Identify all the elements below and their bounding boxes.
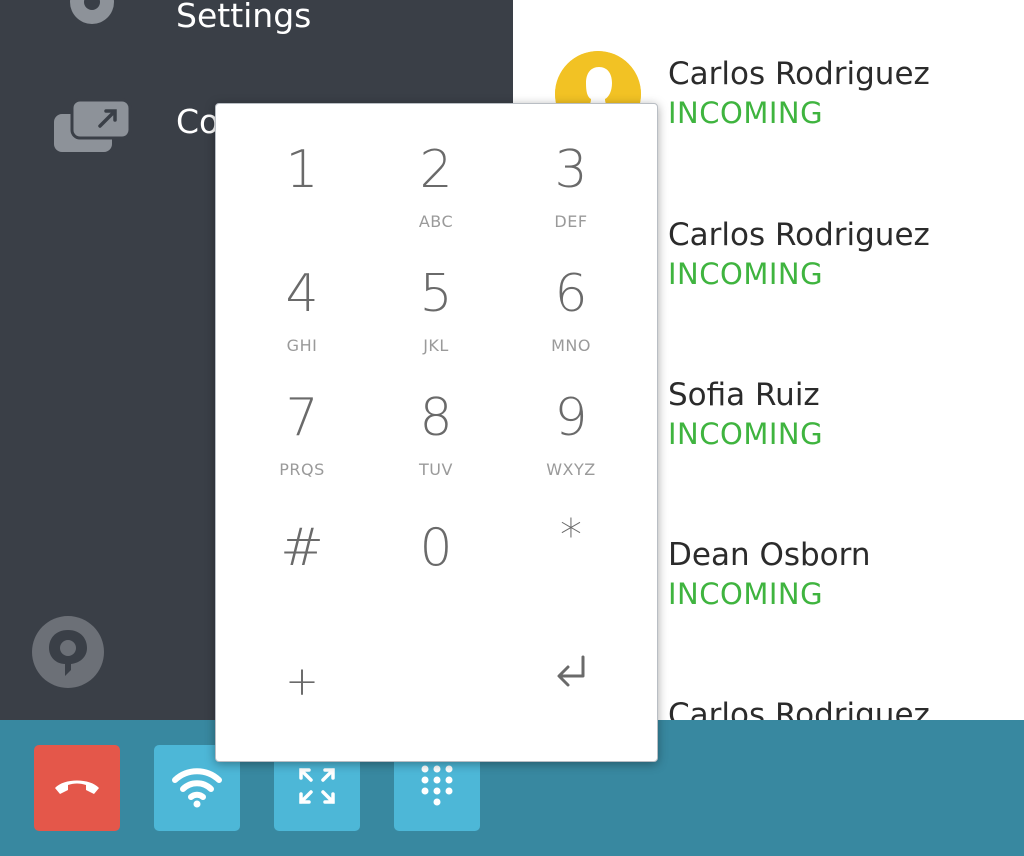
key-digit: * [560, 510, 582, 561]
gear-icon [66, 0, 118, 40]
key-digit: + [285, 659, 319, 705]
dialpad-popup: 1 2 ABC 3 DEF 4 GHI 5 JKL 6 MNO 7 PRQS 8… [215, 103, 658, 762]
brand-logo-icon [32, 616, 104, 688]
dialpad-key-7[interactable]: 7 PRQS [247, 352, 357, 479]
key-digit: 4 [285, 264, 319, 324]
sidebar-item-label: Settings [176, 0, 312, 35]
dialpad-key-1[interactable]: 1 [247, 104, 357, 214]
hangup-button[interactable] [34, 745, 120, 831]
dialpad-key-5[interactable]: 5 JKL [381, 228, 491, 355]
call-status: INCOMING [668, 417, 824, 451]
caller-name: Carlos Rodriguez [668, 56, 930, 92]
key-digit: 9 [554, 388, 588, 448]
dialpad-key-plus[interactable]: + [247, 604, 357, 714]
dialpad-key-hash[interactable]: # [247, 476, 357, 586]
dialpad-key-8[interactable]: 8 TUV [381, 352, 491, 479]
dialpad-key-0[interactable]: 0 [381, 476, 491, 586]
dialpad-key-6[interactable]: 6 MNO [516, 228, 626, 355]
hangup-icon [52, 774, 102, 802]
key-digit: 0 [419, 518, 453, 578]
dialpad-key-9[interactable]: 9 WXYZ [516, 352, 626, 479]
dialpad-key-3[interactable]: 3 DEF [516, 104, 626, 231]
caller-name: Carlos Rodriguez [668, 217, 930, 253]
key-digit: 6 [554, 264, 588, 324]
key-digit: 8 [419, 388, 453, 448]
caller-name: Sofia Ruiz [668, 377, 820, 413]
key-digit: 5 [419, 264, 453, 324]
dialpad-enter-button[interactable] [516, 604, 626, 714]
dialpad-key-4[interactable]: 4 GHI [247, 228, 357, 355]
caller-name: Carlos Rodriguez [668, 697, 930, 720]
dialpad-icon [417, 763, 457, 813]
sidebar-item-settings[interactable]: Settings [0, 0, 513, 58]
call-status: INCOMING [668, 257, 824, 291]
fullscreen-icon [297, 766, 337, 810]
call-status: INCOMING [668, 577, 824, 611]
caller-name: Dean Osborn [668, 537, 871, 573]
wifi-icon [172, 764, 222, 812]
key-digit: 3 [554, 140, 588, 200]
dialpad-key-2[interactable]: 2 ABC [381, 104, 491, 231]
key-digit: # [280, 518, 324, 578]
conferences-icon [52, 98, 132, 158]
call-status: INCOMING [668, 96, 824, 130]
key-digit: 2 [419, 140, 453, 200]
sidebar-item-label: Co [176, 102, 220, 141]
key-digit: 1 [285, 140, 319, 200]
key-digit: 7 [285, 388, 319, 448]
dialpad-key-star[interactable]: * [516, 476, 626, 586]
